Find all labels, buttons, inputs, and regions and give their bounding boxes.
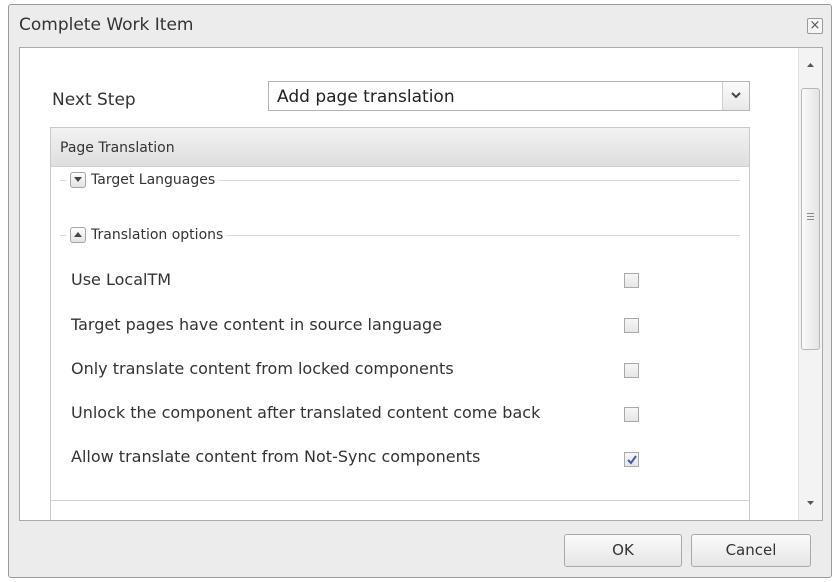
translation-options-label: Translation options	[91, 227, 224, 243]
chevron-down-icon	[731, 92, 741, 99]
scroll-up-button[interactable]	[799, 56, 822, 76]
scroll-grip-icon	[807, 213, 814, 222]
checkbox-use-localtm[interactable]	[624, 273, 639, 288]
collapse-arrow-icon	[74, 232, 82, 237]
scroll-thumb[interactable]	[801, 88, 820, 350]
close-button[interactable]: ×	[807, 18, 823, 34]
check-mark-icon	[627, 455, 637, 465]
checkbox-target-pages-source-language[interactable]	[624, 318, 639, 333]
option-label-target-pages-source-language: Target pages have content in source lang…	[71, 315, 443, 334]
translation-options-toggle[interactable]	[70, 227, 86, 243]
cancel-button[interactable]: Cancel	[691, 534, 811, 567]
dialog-body: Next Step Add page translation Page Tran…	[19, 47, 823, 521]
dialog-titlebar[interactable]: Complete Work Item ×	[9, 5, 831, 45]
next-step-select[interactable]: Add page translation	[268, 81, 750, 111]
page-translation-title: Page Translation	[60, 140, 175, 156]
next-step-dropdown-trigger[interactable]	[722, 82, 749, 110]
dialog-title: Complete Work Item	[19, 15, 194, 35]
checkbox-only-locked-components[interactable]	[624, 363, 639, 378]
form-content: Next Step Add page translation Page Tran…	[20, 48, 798, 520]
expand-arrow-icon	[74, 177, 82, 182]
option-label-only-locked-components: Only translate content from locked compo…	[71, 359, 454, 378]
checkbox-unlock-component[interactable]	[624, 407, 639, 422]
next-step-value: Add page translation	[277, 87, 455, 107]
option-label-unlock-component: Unlock the component after translated co…	[71, 403, 541, 422]
close-icon: ×	[809, 18, 821, 33]
page-translation-panel: Page Translation Target Languages Transl…	[50, 127, 750, 520]
scroll-down-arrow-icon	[807, 501, 814, 505]
option-label-allow-not-sync: Allow translate content from Not-Sync co…	[71, 447, 481, 466]
target-languages-legend[interactable]: Target Languages	[66, 172, 220, 188]
ok-button[interactable]: OK	[564, 534, 682, 567]
vertical-scrollbar[interactable]	[798, 48, 822, 520]
next-step-label: Next Step	[52, 90, 136, 110]
complete-work-item-dialog: Complete Work Item × Next Step Add page …	[8, 4, 832, 578]
checkbox-allow-not-sync[interactable]	[624, 452, 639, 467]
option-label-use-localtm: Use LocalTM	[71, 270, 172, 289]
target-languages-toggle[interactable]	[70, 172, 86, 188]
page-translation-header: Page Translation	[51, 128, 749, 167]
fieldset-bottom-rule	[51, 500, 749, 501]
target-languages-label: Target Languages	[91, 172, 216, 188]
scroll-down-button[interactable]	[799, 494, 822, 514]
scroll-up-arrow-icon	[807, 63, 814, 67]
translation-options-legend[interactable]: Translation options	[66, 227, 228, 243]
